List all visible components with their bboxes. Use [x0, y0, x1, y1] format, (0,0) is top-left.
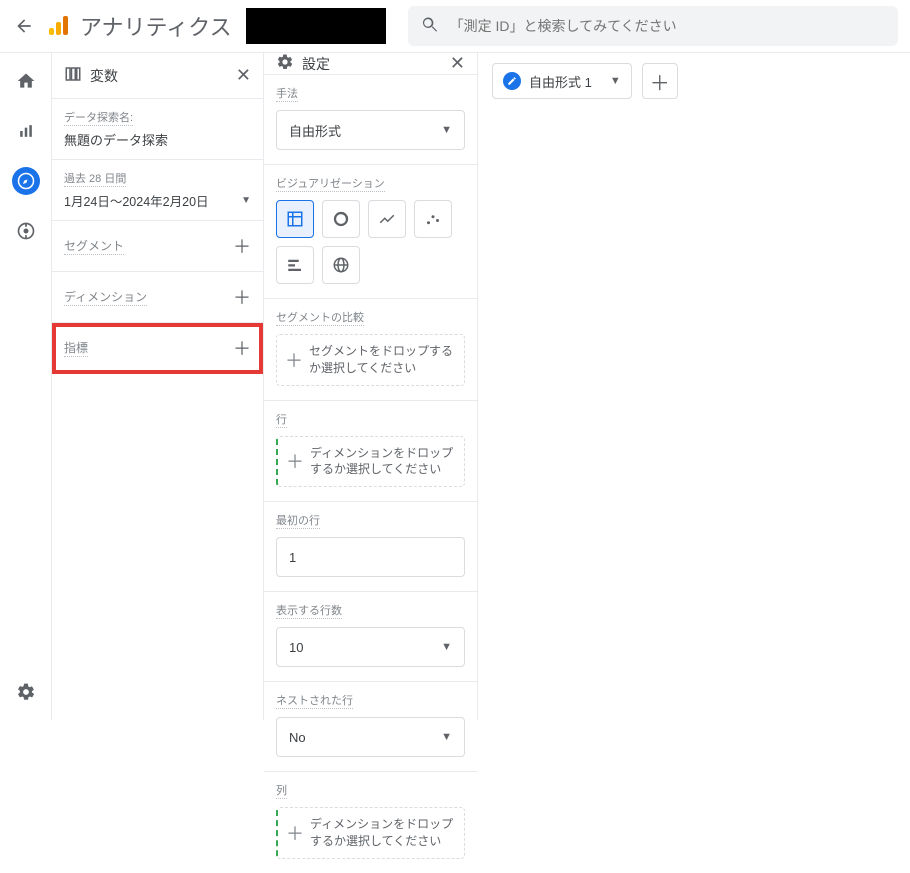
visualization-section: ビジュアリゼーション — [264, 165, 477, 299]
close-variables-button[interactable]: ✕ — [236, 65, 251, 86]
rows-show-section: 表示する行数 10 ▼ — [264, 592, 477, 682]
nav-admin[interactable] — [12, 678, 40, 706]
dimensions-row[interactable]: ディメンション ＋ — [52, 272, 263, 323]
chevron-down-icon: ▼ — [610, 75, 621, 87]
search-field[interactable] — [408, 6, 898, 46]
chevron-down-icon: ▼ — [441, 641, 452, 653]
first-row-label: 最初の行 — [276, 512, 320, 529]
segment-drop-text: セグメントをドロップするか選択してください — [309, 343, 456, 377]
nav-explore[interactable] — [12, 167, 40, 195]
columns-label: 列 — [276, 782, 287, 799]
viz-bar-button[interactable] — [276, 246, 314, 284]
segments-label: セグメント — [64, 237, 124, 255]
canvas-tabs: 自由形式 1 ▼ ＋ — [492, 63, 896, 99]
app-header: アナリティクス — [0, 0, 910, 53]
rows-show-value: 10 — [289, 640, 303, 655]
variables-panel-header: 変数 ✕ — [52, 53, 263, 99]
technique-value: 自由形式 — [289, 121, 341, 140]
plus-icon: ＋ — [285, 347, 303, 373]
metrics-label: 指標 — [64, 339, 88, 357]
ga-logo-icon — [46, 14, 70, 38]
segments-row[interactable]: セグメント ＋ — [52, 221, 263, 272]
first-row-section: 最初の行 1 — [264, 502, 477, 592]
add-metric-button[interactable]: ＋ — [233, 335, 251, 361]
columns-drop-text: ディメンションをドロップするか選択してください — [310, 816, 456, 850]
rows-label: 行 — [276, 411, 287, 428]
dimensions-label: ディメンション — [64, 288, 147, 306]
variables-title: 変数 — [90, 66, 236, 86]
date-range-label: 過去 28 日間 — [64, 170, 126, 187]
viz-geo-button[interactable] — [322, 246, 360, 284]
search-icon — [420, 15, 440, 38]
rows-dropzone[interactable]: ＋ ディメンションをドロップするか選択してください — [276, 436, 465, 488]
canvas-area: 自由形式 1 ▼ ＋ — [478, 53, 910, 720]
variables-panel: 変数 ✕ データ探索名: 無題のデータ探索 過去 28 日間 1月24日～202… — [52, 53, 264, 720]
technique-label: 手法 — [276, 85, 298, 102]
nested-rows-select[interactable]: No ▼ — [276, 717, 465, 757]
viz-donut-button[interactable] — [322, 200, 360, 238]
canvas-tab-label: 自由形式 1 — [529, 72, 592, 91]
left-nav-rail — [0, 53, 52, 720]
canvas-tab[interactable]: 自由形式 1 ▼ — [492, 63, 632, 99]
chevron-down-icon: ▼ — [441, 731, 452, 743]
date-range-section[interactable]: 過去 28 日間 1月24日～2024年2月20日 ▼ — [52, 160, 263, 221]
first-row-input[interactable]: 1 — [276, 537, 465, 577]
rows-section: 行 ＋ ディメンションをドロップするか選択してください — [264, 401, 477, 503]
columns-icon — [64, 65, 82, 86]
viz-scatter-button[interactable] — [414, 200, 452, 238]
first-row-value: 1 — [289, 550, 296, 565]
app-title: アナリティクス — [80, 10, 232, 42]
search-input[interactable] — [450, 18, 886, 34]
close-settings-button[interactable]: ✕ — [450, 53, 465, 74]
add-segment-button[interactable]: ＋ — [233, 233, 251, 259]
chevron-down-icon: ▼ — [441, 124, 452, 136]
nested-rows-value: No — [289, 730, 306, 745]
viz-line-button[interactable] — [368, 200, 406, 238]
settings-panel-header: 設定 ✕ — [264, 53, 477, 75]
settings-title: 設定 — [302, 54, 450, 74]
date-range-value: 1月24日～2024年2月20日 — [64, 191, 209, 210]
viz-table-button[interactable] — [276, 200, 314, 238]
pencil-icon — [503, 72, 521, 90]
technique-section: 手法 自由形式 ▼ — [264, 75, 477, 165]
chevron-down-icon: ▼ — [241, 195, 251, 206]
nav-advertising[interactable] — [12, 217, 40, 245]
technique-select[interactable]: 自由形式 ▼ — [276, 110, 465, 150]
nav-home[interactable] — [12, 67, 40, 95]
nav-reports[interactable] — [12, 117, 40, 145]
plus-icon: ＋ — [286, 820, 304, 846]
rows-show-label: 表示する行数 — [276, 602, 342, 619]
columns-section: 列 ＋ ディメンションをドロップするか選択してください — [264, 772, 477, 873]
rows-drop-text: ディメンションをドロップするか選択してください — [310, 445, 456, 479]
segment-compare-section: セグメントの比較 ＋ セグメントをドロップするか選択してください — [264, 299, 477, 401]
gear-icon — [276, 53, 294, 74]
exploration-name-value: 無題のデータ探索 — [64, 130, 251, 149]
rows-show-select[interactable]: 10 ▼ — [276, 627, 465, 667]
settings-panel: 設定 ✕ 手法 自由形式 ▼ ビジュアリゼーション — [264, 53, 478, 720]
exploration-name-section[interactable]: データ探索名: 無題のデータ探索 — [52, 99, 263, 160]
visualization-label: ビジュアリゼーション — [276, 175, 385, 192]
nested-rows-label: ネストされた行 — [276, 692, 353, 709]
exploration-name-label: データ探索名: — [64, 109, 133, 126]
add-dimension-button[interactable]: ＋ — [233, 284, 251, 310]
nested-rows-section: ネストされた行 No ▼ — [264, 682, 477, 772]
segment-compare-label: セグメントの比較 — [276, 309, 364, 326]
account-picker[interactable] — [246, 8, 386, 44]
segment-dropzone[interactable]: ＋ セグメントをドロップするか選択してください — [276, 334, 465, 386]
metrics-row[interactable]: 指標 ＋ — [52, 323, 263, 374]
plus-icon: ＋ — [286, 448, 304, 474]
columns-dropzone[interactable]: ＋ ディメンションをドロップするか選択してください — [276, 807, 465, 859]
add-tab-button[interactable]: ＋ — [642, 63, 678, 99]
back-button[interactable] — [12, 14, 36, 38]
